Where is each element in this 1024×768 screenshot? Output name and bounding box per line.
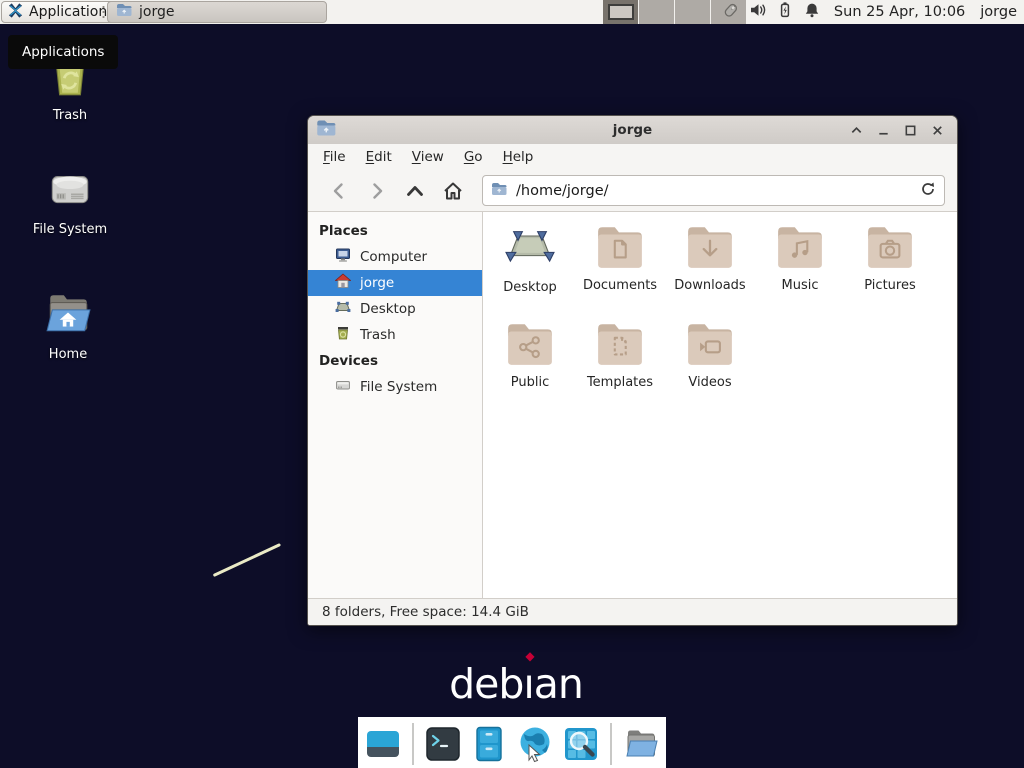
cursor-line-artifact — [213, 543, 281, 577]
window-content: Places Computer — [308, 211, 957, 598]
application-finder-icon[interactable] — [561, 724, 601, 764]
desktop-special-icon — [503, 224, 557, 276]
folder-icon — [116, 3, 132, 21]
music-folder-icon — [775, 224, 825, 274]
up-button[interactable] — [398, 176, 431, 206]
panel-grip-handle[interactable] — [101, 4, 106, 20]
desktop-icon-home[interactable]: Home — [20, 289, 116, 362]
workspace-window-preview — [608, 4, 634, 20]
taskbar-window-button[interactable]: jorge — [107, 1, 327, 23]
dock-separator — [412, 723, 414, 765]
folder-item-public[interactable]: Public — [485, 321, 575, 418]
bottom-dock — [358, 717, 666, 768]
file-cabinet-icon[interactable] — [469, 724, 509, 764]
panel-clock[interactable]: Sun 25 Apr, 10:06 — [834, 4, 965, 20]
sidebar: Places Computer — [308, 212, 483, 598]
close-button[interactable] — [930, 123, 944, 137]
panel-username[interactable]: jorge — [980, 4, 1017, 20]
debian-logo-dot: ◆ — [525, 649, 534, 663]
hard-drive-icon — [335, 377, 351, 397]
folder-item-videos[interactable]: Videos — [665, 321, 755, 418]
menu-view[interactable]: View — [402, 149, 454, 165]
desktop-icon-file-system[interactable]: File System — [22, 164, 118, 237]
reload-icon[interactable] — [920, 181, 936, 201]
show-desktop-icon[interactable] — [363, 724, 403, 764]
videos-folder-icon — [685, 321, 735, 371]
sidebar-item-trash[interactable]: Trash — [308, 322, 482, 348]
desktop: Applications jorge — [0, 0, 1024, 768]
taskbar-window-label: jorge — [139, 4, 174, 20]
toolbar — [308, 170, 957, 211]
notifications-bell-icon[interactable] — [803, 1, 821, 23]
trash-icon — [335, 325, 351, 345]
panel-right-area: Sun 25 Apr, 10:06 jorge — [721, 0, 1017, 24]
path-bar[interactable] — [482, 175, 945, 206]
downloads-folder-icon — [685, 224, 735, 274]
desktop-icon-label: Home — [49, 347, 87, 362]
folder-icon — [491, 181, 507, 200]
menu-help[interactable]: Help — [493, 149, 544, 165]
statusbar: 8 folders, Free space: 14.4 GiB — [308, 598, 957, 625]
menu-go[interactable]: Go — [454, 149, 493, 165]
sidebar-item-desktop[interactable]: Desktop — [308, 296, 482, 322]
file-grid: Desktop Documents — [483, 212, 957, 598]
window-controls — [849, 123, 957, 137]
path-input[interactable] — [514, 182, 913, 200]
menu-file[interactable]: File — [313, 149, 356, 165]
workspace-2[interactable] — [638, 0, 674, 24]
volume-icon[interactable] — [749, 1, 767, 23]
folder-item-pictures[interactable]: Pictures — [845, 224, 935, 321]
file-manager-window: jorge File Edit View Go Help — [307, 115, 958, 626]
debian-logo: debı◆an — [446, 660, 586, 708]
home-button[interactable] — [436, 176, 469, 206]
folder-item-desktop[interactable]: Desktop — [485, 224, 575, 321]
desktop-icon-label: Trash — [53, 108, 87, 123]
menubar: File Edit View Go Help — [308, 144, 957, 170]
sidebar-header-devices: Devices — [308, 348, 482, 374]
hard-drive-icon — [45, 164, 95, 216]
applications-tooltip: Applications — [8, 35, 118, 69]
sidebar-item-file-system[interactable]: File System — [308, 374, 482, 400]
battery-charging-icon[interactable] — [776, 1, 794, 23]
folder-item-music[interactable]: Music — [755, 224, 845, 321]
directory-menu-icon[interactable] — [621, 724, 661, 764]
computer-icon — [335, 247, 351, 267]
pictures-folder-icon — [865, 224, 915, 274]
shade-button[interactable] — [849, 123, 863, 137]
status-text: 8 folders, Free space: 14.4 GiB — [322, 604, 529, 620]
folder-item-templates[interactable]: Templates — [575, 321, 665, 418]
dock-separator — [610, 723, 612, 765]
minimize-button[interactable] — [876, 123, 890, 137]
xfce-menu-icon — [7, 2, 24, 23]
workspace-3[interactable] — [674, 0, 710, 24]
web-browser-icon[interactable] — [515, 724, 555, 764]
public-folder-icon — [505, 321, 555, 371]
window-titlebar[interactable]: jorge — [308, 116, 957, 144]
folder-item-downloads[interactable]: Downloads — [665, 224, 755, 321]
top-panel: Applications jorge — [0, 0, 1024, 24]
user-home-icon — [335, 273, 351, 293]
sidebar-header-places: Places — [308, 218, 482, 244]
desktop-icon — [335, 299, 351, 319]
maximize-button[interactable] — [903, 123, 917, 137]
desktop-icon-label: File System — [33, 222, 107, 237]
mouse-icon[interactable] — [721, 1, 740, 24]
folder-item-documents[interactable]: Documents — [575, 224, 665, 321]
sidebar-item-jorge[interactable]: jorge — [308, 270, 482, 296]
workspace-1[interactable] — [603, 0, 638, 24]
home-folder-icon — [42, 289, 94, 341]
sidebar-item-computer[interactable]: Computer — [308, 244, 482, 270]
templates-folder-icon — [595, 321, 645, 371]
forward-button[interactable] — [360, 176, 393, 206]
terminal-icon[interactable] — [423, 724, 463, 764]
system-tray — [721, 1, 821, 24]
menu-edit[interactable]: Edit — [356, 149, 402, 165]
back-button[interactable] — [322, 176, 355, 206]
documents-folder-icon — [595, 224, 645, 274]
